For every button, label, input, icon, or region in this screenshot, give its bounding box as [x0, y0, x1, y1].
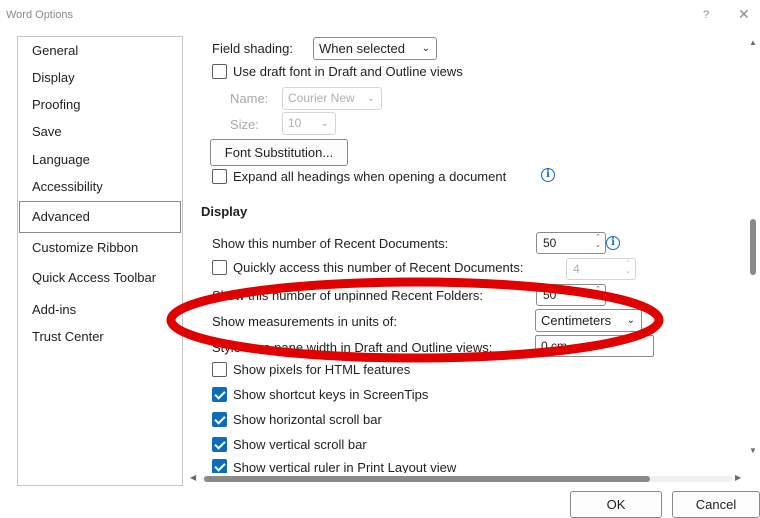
expand-headings-label: Expand all headings when opening a docum…: [233, 169, 507, 184]
quick-access-recent-checkbox[interactable]: [212, 260, 227, 275]
style-area-label: Style area pane width in Draft and Outli…: [212, 340, 493, 355]
horizontal-scrollbar[interactable]: ◀ ▶: [190, 473, 742, 484]
name-label: Name:: [230, 91, 269, 106]
info-icon[interactable]: i: [606, 236, 620, 250]
quick-access-recent-label: Quickly access this number of Recent Doc…: [233, 260, 524, 275]
shortcut-keys-checkbox[interactable]: [212, 387, 227, 402]
draft-font-label: Use draft font in Draft and Outline view…: [233, 64, 463, 79]
recent-documents-label: Show this number of Recent Documents:: [212, 236, 449, 251]
vertical-ruler-row-clip: Show vertical ruler in Print Layout view: [205, 455, 745, 473]
scroll-left-arrow-icon[interactable]: ◀: [190, 473, 196, 482]
cancel-button[interactable]: Cancel: [672, 491, 760, 518]
vertical-scrollbar[interactable]: ▲ ▼: [747, 36, 759, 478]
shortcut-keys-label: Show shortcut keys in ScreenTips: [233, 387, 429, 402]
vertical-scroll-thumb[interactable]: [750, 219, 756, 275]
scroll-right-arrow-icon[interactable]: ▶: [735, 473, 741, 482]
name-font-dropdown[interactable]: Courier New ⌄: [282, 87, 382, 110]
spinner-arrows-icon: ⌃ ⌄: [595, 286, 601, 301]
style-area-value: 0 cm: [541, 339, 568, 353]
measurement-units-label: Show measurements in units of:: [212, 314, 397, 329]
quick-access-recent-value: 4: [573, 262, 580, 276]
horizontal-scroll-checkbox[interactable]: [212, 412, 227, 427]
chevron-down-icon: ⌄: [626, 315, 635, 326]
info-icon[interactable]: i: [541, 168, 555, 182]
advanced-options-panel: Field shading: When selected ⌄ Use draft…: [0, 0, 760, 517]
horizontal-scroll-label: Show horizontal scroll bar: [233, 412, 382, 427]
scroll-down-arrow-icon[interactable]: ▼: [749, 446, 757, 455]
size-dropdown[interactable]: 10 ⌄: [282, 112, 336, 135]
field-shading-value: When selected: [319, 41, 405, 56]
recent-documents-spinner[interactable]: 50 ⌃ ⌄: [536, 232, 606, 254]
quick-access-recent-spinner[interactable]: 4 ⌃ ⌄: [566, 258, 636, 280]
font-substitution-button[interactable]: Font Substitution...: [210, 139, 348, 166]
size-label: Size:: [230, 117, 259, 132]
vertical-scroll-label: Show vertical scroll bar: [233, 437, 367, 452]
size-value: 10: [288, 116, 302, 130]
chevron-down-icon: ⌄: [421, 43, 430, 54]
chevron-down-icon: ⌄: [366, 93, 375, 104]
measurement-units-value: Centimeters: [541, 313, 612, 328]
name-font-value: Courier New: [288, 91, 355, 105]
pixels-html-label: Show pixels for HTML features: [233, 362, 411, 377]
chevron-down-icon: ⌄: [320, 118, 329, 129]
style-area-input[interactable]: 0 cm: [535, 335, 654, 357]
field-shading-dropdown[interactable]: When selected ⌄: [313, 37, 437, 60]
spinner-arrows-icon: ⌃ ⌄: [625, 260, 631, 275]
unpinned-folders-spinner[interactable]: 50 ⌃ ⌄: [536, 284, 606, 306]
expand-headings-checkbox[interactable]: [212, 169, 227, 184]
field-shading-label: Field shading:: [212, 41, 293, 56]
ok-button[interactable]: OK: [570, 491, 662, 518]
scroll-up-arrow-icon[interactable]: ▲: [749, 38, 757, 47]
recent-documents-value: 50: [543, 236, 557, 250]
spinner-arrows-icon: ⌃ ⌄: [595, 234, 601, 249]
display-section-header: Display: [201, 204, 248, 219]
measurement-units-dropdown[interactable]: Centimeters ⌄: [535, 309, 642, 332]
unpinned-folders-value: 50: [543, 288, 557, 302]
horizontal-scroll-thumb[interactable]: [204, 476, 650, 482]
vertical-ruler-checkbox[interactable]: [212, 459, 227, 473]
draft-font-checkbox[interactable]: [212, 64, 227, 79]
unpinned-folders-label: Show this number of unpinned Recent Fold…: [212, 288, 483, 303]
pixels-html-checkbox[interactable]: [212, 362, 227, 377]
vertical-ruler-label: Show vertical ruler in Print Layout view: [233, 460, 457, 473]
vertical-scroll-checkbox[interactable]: [212, 437, 227, 452]
